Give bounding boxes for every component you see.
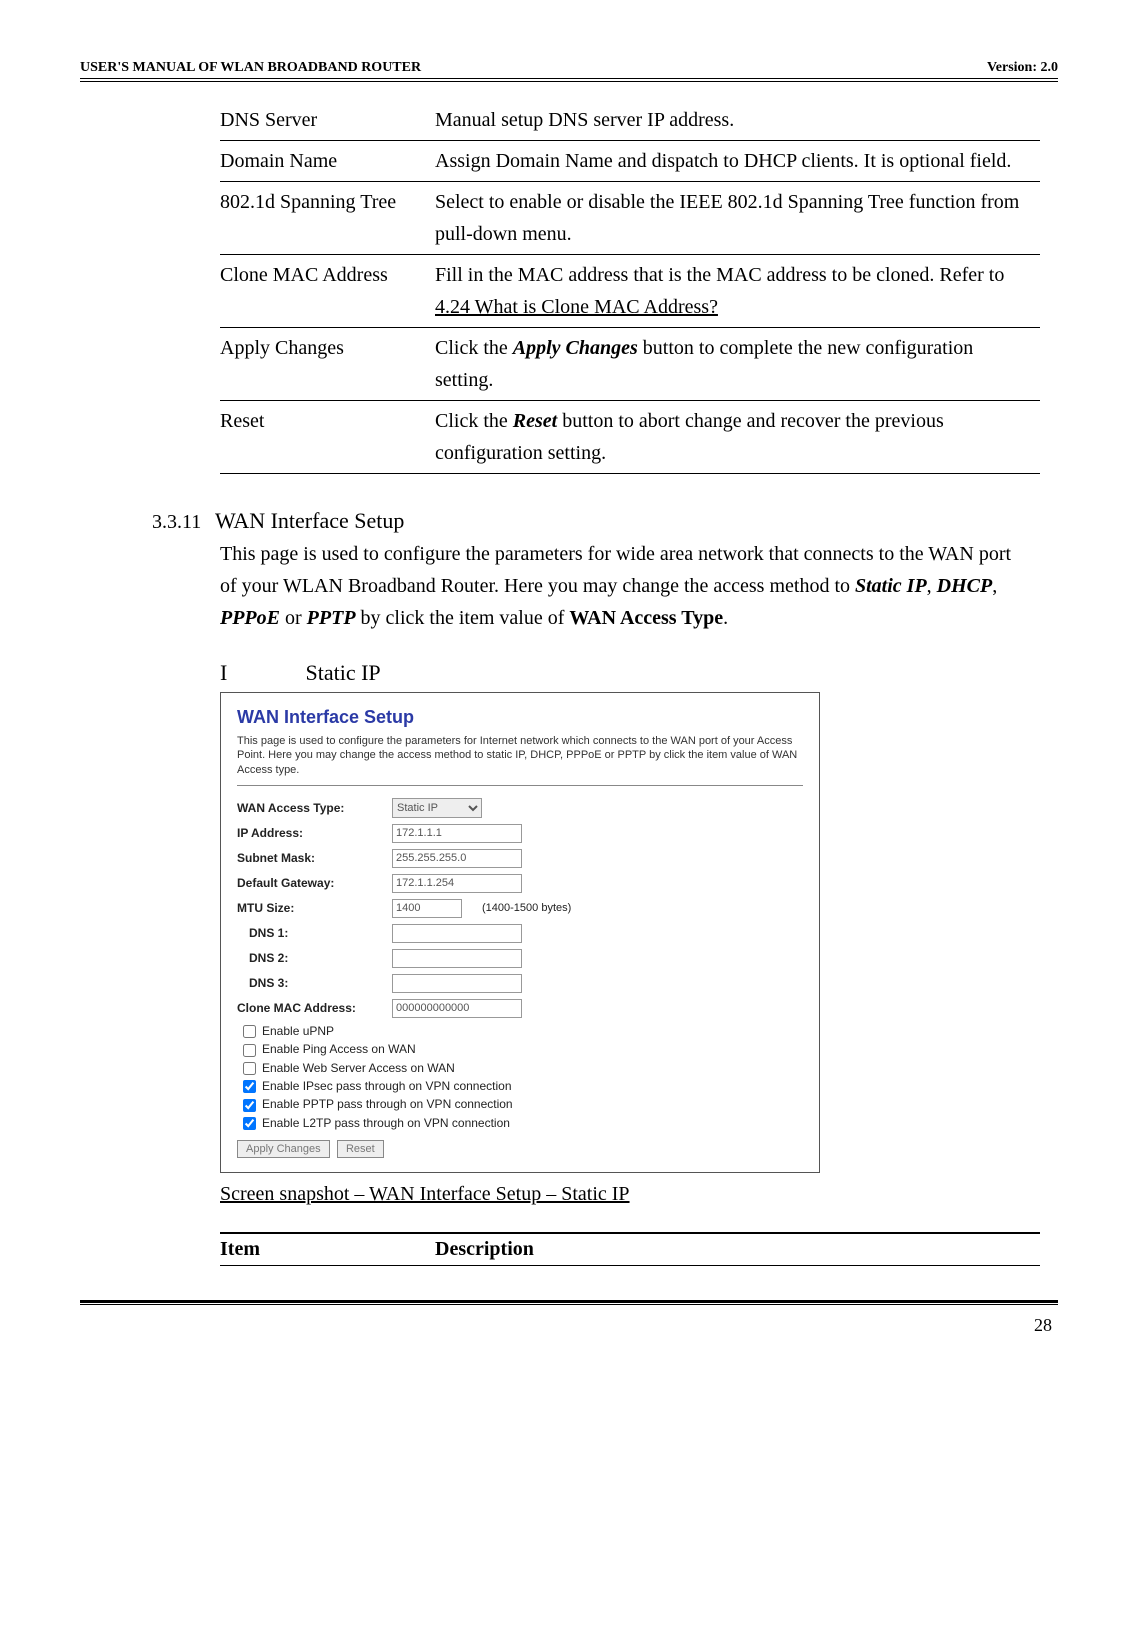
desc: Select to enable or disable the IEEE 802…	[435, 182, 1040, 255]
clone-mac-input[interactable]	[392, 999, 522, 1018]
header-left: USER'S MANUAL OF WLAN BROADBAND ROUTER	[80, 60, 421, 76]
check-pptp: Enable PPTP pass through on VPN connecti…	[243, 1097, 803, 1111]
subsection-title: Static IP	[306, 660, 381, 685]
term: DNS Server	[220, 100, 435, 141]
enable-pptp-checkbox[interactable]	[243, 1099, 256, 1112]
default-gateway-input[interactable]	[392, 874, 522, 893]
label: DNS 1:	[237, 926, 392, 940]
desc: Manual setup DNS server IP address.	[435, 100, 1040, 141]
label: Default Gateway:	[237, 876, 392, 890]
label: DNS 3:	[237, 976, 392, 990]
label: MTU Size:	[237, 901, 392, 915]
term: Apply Changes	[220, 328, 435, 401]
shot-desc: This page is used to configure the param…	[237, 734, 803, 786]
header-right: Version: 2.0	[987, 60, 1058, 76]
term: Clone MAC Address	[220, 255, 435, 328]
row-access-type: WAN Access Type: Static IP	[237, 798, 803, 818]
check-web: Enable Web Server Access on WAN	[243, 1061, 803, 1075]
label: WAN Access Type:	[237, 801, 392, 815]
enable-l2tp-checkbox[interactable]	[243, 1117, 256, 1130]
subnet-mask-input[interactable]	[392, 849, 522, 868]
dns1-input[interactable]	[392, 924, 522, 943]
mtu-hint: (1400-1500 bytes)	[482, 902, 571, 914]
subsection-roman: I	[220, 660, 300, 686]
label: IP Address:	[237, 826, 392, 840]
apply-changes-button[interactable]: Apply Changes	[237, 1140, 330, 1158]
check-upnp: Enable uPNP	[243, 1024, 803, 1038]
link-text: 4.24 What is Clone MAC Address?	[435, 296, 718, 318]
page-footer-rule	[80, 1300, 1058, 1305]
row-dns3: DNS 3:	[237, 974, 803, 993]
row-dns2: DNS 2:	[237, 949, 803, 968]
col-item: Item	[220, 1238, 435, 1261]
row-clone-mac: Clone MAC Address:	[237, 999, 803, 1018]
section-body: This page is used to configure the param…	[220, 538, 1020, 634]
screenshot-panel: WAN Interface Setup This page is used to…	[220, 692, 820, 1173]
check-ping: Enable Ping Access on WAN	[243, 1042, 803, 1056]
col-description: Description	[435, 1238, 534, 1261]
check-ipsec: Enable IPsec pass through on VPN connect…	[243, 1079, 803, 1093]
row-mtu: MTU Size: (1400-1500 bytes)	[237, 899, 803, 918]
desc: Fill in the MAC address that is the MAC …	[435, 255, 1040, 328]
desc: Assign Domain Name and dispatch to DHCP …	[435, 141, 1040, 182]
page-number: 28	[80, 1315, 1058, 1336]
term: Domain Name	[220, 141, 435, 182]
section-number: 3.3.11	[152, 511, 210, 534]
dns2-input[interactable]	[392, 949, 522, 968]
subsection-heading: I Static IP	[220, 660, 1058, 686]
enable-web-checkbox[interactable]	[243, 1062, 256, 1075]
wan-access-type-select[interactable]: Static IP	[392, 798, 482, 818]
row-dns1: DNS 1:	[237, 924, 803, 943]
ip-address-input[interactable]	[392, 824, 522, 843]
mtu-size-input[interactable]	[392, 899, 462, 918]
row-ip: IP Address:	[237, 824, 803, 843]
page-header: USER'S MANUAL OF WLAN BROADBAND ROUTER V…	[80, 60, 1058, 82]
desc: Click the Apply Changes button to comple…	[435, 328, 1040, 401]
term: Reset	[220, 401, 435, 474]
desc: Click the Reset button to abort change a…	[435, 401, 1040, 474]
check-l2tp: Enable L2TP pass through on VPN connecti…	[243, 1116, 803, 1130]
label: Clone MAC Address:	[237, 1001, 392, 1015]
label: Subnet Mask:	[237, 851, 392, 865]
term: 802.1d Spanning Tree	[220, 182, 435, 255]
reset-button[interactable]: Reset	[337, 1140, 384, 1158]
section-title: WAN Interface Setup	[215, 508, 404, 533]
row-gateway: Default Gateway:	[237, 874, 803, 893]
row-mask: Subnet Mask:	[237, 849, 803, 868]
definition-table: DNS Server Manual setup DNS server IP ad…	[220, 100, 1040, 474]
item-description-header: Item Description	[220, 1232, 1040, 1266]
screenshot-caption: Screen snapshot – WAN Interface Setup – …	[220, 1183, 1058, 1206]
enable-ipsec-checkbox[interactable]	[243, 1080, 256, 1093]
enable-upnp-checkbox[interactable]	[243, 1025, 256, 1038]
section-heading: 3.3.11 WAN Interface Setup	[152, 508, 1058, 534]
label: DNS 2:	[237, 951, 392, 965]
button-row: Apply Changes Reset	[237, 1140, 803, 1158]
shot-title: WAN Interface Setup	[237, 707, 803, 728]
dns3-input[interactable]	[392, 974, 522, 993]
enable-ping-checkbox[interactable]	[243, 1044, 256, 1057]
